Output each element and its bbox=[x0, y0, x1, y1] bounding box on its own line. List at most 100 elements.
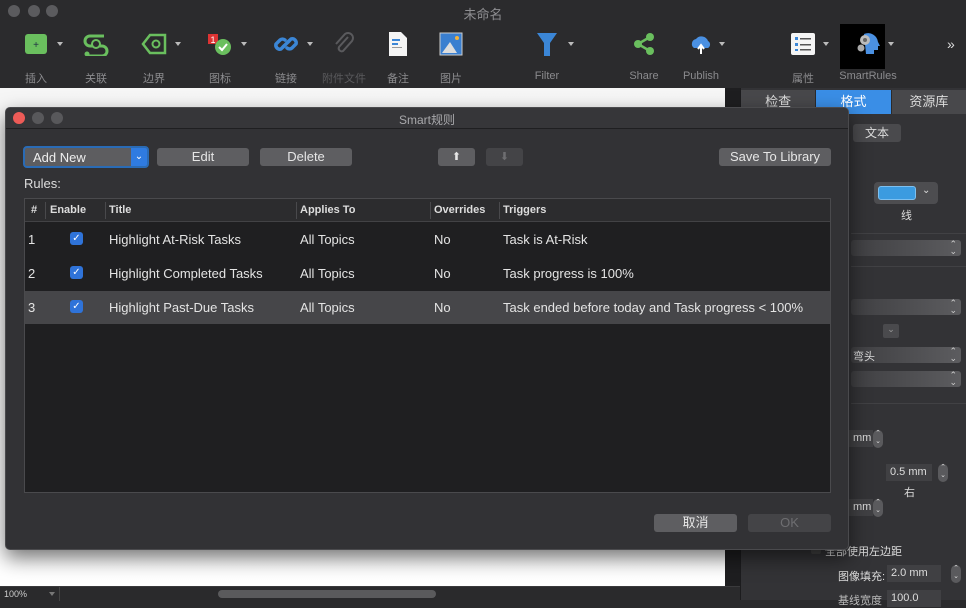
toolbar-link-button[interactable]: 链接 bbox=[256, 30, 316, 86]
toolbar-smartrules-button[interactable]: SmartRules bbox=[838, 24, 898, 82]
column-header-applies-to[interactable]: Applies To bbox=[300, 204, 355, 216]
toolbar-image-label: 图片 bbox=[440, 73, 462, 85]
column-header-enable[interactable]: Enable bbox=[50, 204, 86, 216]
column-header-title[interactable]: Title bbox=[109, 204, 131, 216]
toolbar-filter-label: Filter bbox=[534, 70, 560, 82]
column-separator bbox=[430, 202, 431, 219]
enable-checkbox[interactable]: ✓ bbox=[70, 266, 83, 279]
table-row[interactable]: 2 ✓ Highlight Completed Tasks All Topics… bbox=[25, 257, 830, 290]
enable-checkbox[interactable]: ✓ bbox=[70, 300, 83, 313]
table-row[interactable]: 1 ✓ Highlight At-Risk Tasks All Topics N… bbox=[25, 223, 830, 256]
filter-menu-caret[interactable] bbox=[568, 42, 574, 46]
toolbar-relationship-button[interactable]: 关联 bbox=[66, 30, 126, 86]
boundary-menu-caret[interactable] bbox=[175, 42, 181, 46]
image-padding-field[interactable]: 2.0 mm bbox=[887, 565, 941, 582]
toolbar-smartrules-label: SmartRules bbox=[839, 70, 897, 82]
move-down-button[interactable]: ⬇ bbox=[486, 148, 523, 166]
row-triggers: Task is At-Risk bbox=[503, 232, 588, 247]
top-spacing-field[interactable]: mm bbox=[849, 430, 873, 447]
toolbar-share-button[interactable]: Share bbox=[614, 30, 674, 82]
column-header-number[interactable]: # bbox=[31, 204, 37, 216]
toolbar-publish-label: Publish bbox=[682, 70, 720, 82]
column-separator bbox=[105, 202, 106, 219]
right-spacing-stepper[interactable]: ⌃ ⌄ bbox=[938, 464, 948, 482]
toolbar-attachment-label: 附件文件 bbox=[322, 73, 366, 85]
toolbar-filter-button[interactable]: Filter bbox=[517, 30, 577, 82]
image-padding-stepper[interactable]: ⌃ ⌄ bbox=[951, 565, 961, 583]
boundary-icon bbox=[140, 30, 168, 58]
horizontal-scrollbar[interactable] bbox=[218, 590, 436, 598]
toolbar-boundary-button[interactable]: 边界 bbox=[124, 30, 184, 86]
enable-checkbox[interactable]: ✓ bbox=[70, 232, 83, 245]
row-overrides: No bbox=[434, 300, 451, 315]
move-up-button[interactable]: ⬆ bbox=[438, 148, 475, 166]
toolbar: + 插入 关联 边界 1 图标 链接 附件文件 备注 图片 Filter Sha… bbox=[0, 24, 966, 88]
cancel-button[interactable]: 取消 bbox=[654, 514, 737, 532]
publish-cloud-icon bbox=[687, 30, 715, 58]
edit-button[interactable]: Edit bbox=[157, 148, 249, 166]
line-width-select[interactable]: ⌃ ⌄ bbox=[851, 299, 961, 315]
link-menu-caret[interactable] bbox=[307, 42, 313, 46]
delete-button[interactable]: Delete bbox=[260, 148, 352, 166]
arrow-start-dropdown[interactable]: ⌄ bbox=[883, 324, 899, 338]
column-header-triggers[interactable]: Triggers bbox=[503, 204, 546, 216]
bottom-spacing-stepper[interactable]: ⌃ ⌄ bbox=[873, 499, 883, 517]
table-row-selected[interactable]: 3 ✓ Highlight Past-Due Tasks All Topics … bbox=[25, 291, 830, 324]
updown-icon: ⌃ ⌄ bbox=[949, 370, 957, 387]
right-spacing-field[interactable]: 0.5 mm bbox=[886, 464, 932, 481]
subtab-text[interactable]: 文本 bbox=[853, 124, 901, 142]
right-label: 右 bbox=[904, 487, 915, 499]
updown-icon: ⌃ ⌄ bbox=[949, 298, 957, 315]
line-style-select[interactable]: ⌃ ⌄ bbox=[851, 240, 961, 256]
cutoff-field[interactable]: 100.0 bbox=[887, 590, 941, 607]
arrow-end-value: 弯头 bbox=[853, 351, 875, 363]
markers-icon: 1 bbox=[206, 30, 234, 58]
toolbar-overflow-button[interactable]: » bbox=[947, 36, 955, 52]
markers-menu-caret[interactable] bbox=[241, 42, 247, 46]
toolbar-notes-button[interactable]: 备注 bbox=[368, 30, 428, 86]
zoom-select[interactable]: 100% bbox=[0, 587, 60, 601]
chevron-down-icon: ⌄ bbox=[922, 185, 931, 196]
column-header-overrides[interactable]: Overrides bbox=[434, 204, 485, 216]
line-pattern-select[interactable]: ⌃ ⌄ bbox=[851, 371, 961, 387]
row-number: 1 bbox=[28, 232, 36, 247]
properties-menu-caret[interactable] bbox=[823, 42, 829, 46]
publish-menu-caret[interactable] bbox=[719, 42, 725, 46]
top-spacing-stepper[interactable]: ⌃ ⌄ bbox=[873, 430, 883, 448]
toolbar-attachment-button[interactable]: 附件文件 bbox=[314, 30, 374, 86]
cutoff-label: 基线宽度 bbox=[838, 595, 882, 607]
add-new-dropdown[interactable]: Add New ⌄ bbox=[23, 146, 149, 168]
line-color-swatch bbox=[878, 186, 916, 200]
insert-topic-icon: + bbox=[22, 30, 50, 58]
toolbar-relationship-label: 关联 bbox=[85, 73, 107, 85]
bottom-spacing-field[interactable]: mm bbox=[849, 499, 873, 516]
tab-library[interactable]: 资源库 bbox=[891, 90, 966, 114]
image-padding-label: 图像填充: bbox=[838, 571, 886, 583]
toolbar-markers-button[interactable]: 1 图标 bbox=[190, 30, 250, 86]
toolbar-properties-button[interactable]: 属性 bbox=[773, 30, 833, 86]
smartrules-menu-caret[interactable] bbox=[888, 42, 894, 46]
divider bbox=[851, 233, 966, 234]
toolbar-image-button[interactable]: 图片 bbox=[421, 30, 481, 86]
table-header: # Enable Title Applies To Overrides Trig… bbox=[25, 199, 830, 222]
divider bbox=[851, 266, 966, 267]
ok-button[interactable]: OK bbox=[748, 514, 831, 532]
row-overrides: No bbox=[434, 266, 451, 281]
arrow-end-select[interactable]: 弯头 ⌃ ⌄ bbox=[851, 347, 961, 363]
toolbar-share-label: Share bbox=[629, 70, 659, 82]
insert-menu-caret[interactable] bbox=[57, 42, 63, 46]
zoom-value: 100% bbox=[4, 589, 28, 599]
row-title: Highlight Completed Tasks bbox=[109, 266, 263, 281]
toolbar-insert-label: 插入 bbox=[25, 73, 47, 85]
toolbar-publish-button[interactable]: Publish bbox=[671, 30, 731, 82]
toolbar-insert-button[interactable]: + 插入 bbox=[6, 30, 66, 86]
rules-label: Rules: bbox=[24, 176, 61, 191]
toolbar-link-label: 链接 bbox=[275, 73, 297, 85]
line-color-well[interactable]: ⌄ bbox=[874, 182, 938, 204]
chevron-down-icon bbox=[49, 592, 55, 596]
relationship-icon bbox=[82, 30, 110, 58]
save-to-library-button[interactable]: Save To Library bbox=[719, 148, 831, 166]
updown-icon: ⌃ ⌄ bbox=[949, 239, 957, 256]
row-applies-to: All Topics bbox=[300, 266, 355, 281]
column-separator bbox=[45, 202, 46, 219]
